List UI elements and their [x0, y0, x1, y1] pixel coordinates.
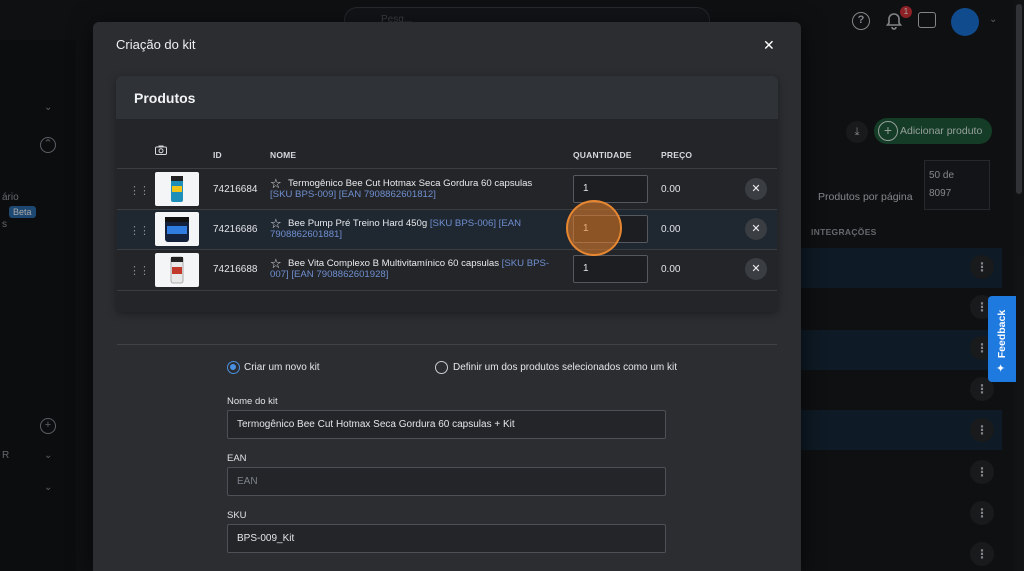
- product-name: Termogênico Bee Cut Hotmax Seca Gordura …: [270, 178, 533, 200]
- drag-handle-icon[interactable]: ⋮⋮: [129, 184, 150, 197]
- products-title: Produtos: [134, 90, 196, 106]
- product-price: 0.00: [661, 264, 681, 275]
- ean-label: EAN: [227, 453, 247, 464]
- row-divider: [117, 290, 777, 291]
- click-indicator: [566, 200, 622, 256]
- product-id: 74216684: [213, 184, 258, 195]
- new-kit-label[interactable]: Criar um novo kit: [244, 362, 320, 373]
- products-card-header: Produtos: [116, 76, 778, 119]
- sku-input[interactable]: BPS-009_Kit: [227, 524, 666, 553]
- product-id: 74216686: [213, 224, 258, 235]
- close-icon[interactable]: ✕: [763, 37, 775, 54]
- feedback-button[interactable]: Feedback ✦: [988, 296, 1016, 382]
- sparkle-icon: ✦: [996, 363, 1006, 375]
- ean-input[interactable]: EAN: [227, 467, 666, 496]
- drag-handle-icon[interactable]: ⋮⋮: [129, 264, 150, 277]
- product-id: 74216688: [213, 264, 258, 275]
- new-kit-radio[interactable]: [227, 361, 240, 374]
- product-thumbnail: [155, 212, 199, 246]
- section-divider: [117, 344, 777, 345]
- remove-product-button[interactable]: ✕: [745, 258, 767, 280]
- feedback-label: Feedback: [996, 309, 1008, 359]
- product-name: Bee Vita Complexo B Multivitamínico 60 c…: [270, 258, 550, 280]
- product-thumbnail: [155, 172, 199, 206]
- product-price: 0.00: [661, 224, 681, 235]
- camera-icon: [155, 145, 167, 155]
- remove-product-button[interactable]: ✕: [745, 218, 767, 240]
- product-thumbnail: [155, 253, 199, 287]
- modal-title: Criação do kit: [116, 37, 196, 52]
- existing-kit-radio[interactable]: [435, 361, 448, 374]
- sku-label: SKU: [227, 510, 247, 521]
- product-price: 0.00: [661, 184, 681, 195]
- column-header-name: NOME: [270, 150, 297, 160]
- drag-handle-icon[interactable]: ⋮⋮: [129, 224, 150, 237]
- product-name: Bee Pump Pré Treino Hard 450g [SKU BPS-0…: [270, 218, 522, 240]
- column-header-quantity: QUANTIDADE: [573, 150, 632, 160]
- remove-product-button[interactable]: ✕: [745, 178, 767, 200]
- existing-kit-label[interactable]: Definir um dos produtos selecionados com…: [453, 362, 677, 373]
- column-header-price: PREÇO: [661, 150, 693, 160]
- column-header-id: ID: [213, 150, 222, 160]
- kit-name-input[interactable]: Termogênico Bee Cut Hotmax Seca Gordura …: [227, 410, 666, 439]
- quantity-input[interactable]: 1: [573, 255, 648, 283]
- kit-name-label: Nome do kit: [227, 396, 278, 407]
- quantity-input[interactable]: 1: [573, 175, 648, 203]
